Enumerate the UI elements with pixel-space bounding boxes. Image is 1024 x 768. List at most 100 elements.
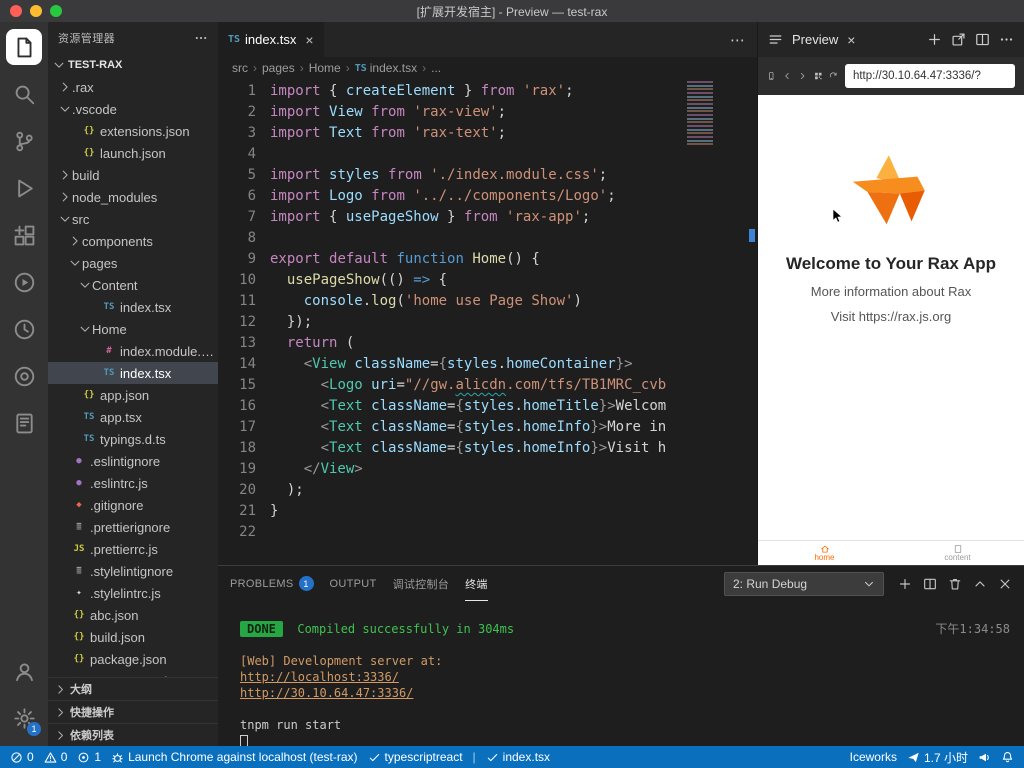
preview-info-2[interactable]: Visit https://rax.js.org xyxy=(831,309,951,324)
status-debug-launch-config[interactable]: Launch Chrome against localhost (test-ra… xyxy=(111,750,358,764)
tree-item[interactable]: ≣ .prettierignore xyxy=(48,516,218,538)
tree-item[interactable]: ● .eslintrc.js xyxy=(48,472,218,494)
tree-item[interactable]: TS index.tsx xyxy=(48,362,218,384)
new-preview-tab-icon[interactable] xyxy=(927,32,942,47)
code-line: <View className={styles.homeContainer}> xyxy=(303,356,633,372)
back-icon[interactable] xyxy=(783,69,792,83)
tree-item[interactable]: {} app.json xyxy=(48,384,218,406)
qr-code-icon[interactable] xyxy=(814,69,823,83)
split-editor-icon[interactable] xyxy=(975,32,990,47)
panel-tab-output[interactable]: OUTPUT xyxy=(330,566,377,601)
preview-menu-icon[interactable] xyxy=(768,32,783,47)
breadcrumb-item[interactable]: Home xyxy=(309,61,341,75)
tree-item[interactable]: Home xyxy=(48,318,218,340)
activity-app-runner[interactable] xyxy=(0,259,48,306)
zoom-window-button[interactable] xyxy=(50,5,62,17)
activity-account[interactable] xyxy=(0,648,48,695)
tab-index-tsx[interactable]: TS index.tsx × xyxy=(218,22,324,57)
tree-item[interactable]: build xyxy=(48,164,218,186)
minimize-window-button[interactable] xyxy=(30,5,42,17)
device-toggle-icon[interactable] xyxy=(767,69,776,83)
more-actions-icon[interactable] xyxy=(999,32,1014,47)
close-preview-icon[interactable]: × xyxy=(847,32,855,48)
activity-bar: 1 xyxy=(0,22,48,746)
project-root-item[interactable]: TEST-RAX xyxy=(48,54,218,76)
code-editor[interactable]: 1 2 3 4 5 6 7 8 9 10 11 12 13 14 15 16 17 18 19 20 21 22 impo… xyxy=(218,79,757,565)
status-check-typescriptreact[interactable]: typescriptreact xyxy=(368,750,463,764)
status-time-tracker[interactable]: 1.7 小时 xyxy=(907,749,968,766)
panel-tab-problems[interactable]: PROBLEMS 1 xyxy=(230,566,314,601)
tree-item[interactable]: TS index.tsx xyxy=(48,296,218,318)
activity-oss[interactable] xyxy=(0,353,48,400)
tree-item[interactable]: {} extensions.json xyxy=(48,120,218,142)
split-terminal-icon[interactable] xyxy=(923,577,937,591)
kill-terminal-icon[interactable] xyxy=(948,577,962,591)
close-panel-icon[interactable] xyxy=(998,577,1012,591)
status-label: index.tsx xyxy=(502,750,551,764)
activity-source-control[interactable] xyxy=(0,118,48,165)
tree-item[interactable]: .rax xyxy=(48,76,218,98)
activity-notes[interactable] xyxy=(0,400,48,447)
status-check-index-tsx[interactable]: index.tsx xyxy=(486,750,550,764)
activity-explorer[interactable] xyxy=(0,24,48,71)
panel-tab-terminal[interactable]: 终端 xyxy=(465,566,488,601)
tree-item[interactable]: TS app.tsx xyxy=(48,406,218,428)
panel-tab-label: PROBLEMS xyxy=(230,577,294,590)
check-icon xyxy=(368,751,381,764)
status-error-count[interactable]: 0 xyxy=(10,750,34,764)
tree-item[interactable]: ≣ .stylelintignore xyxy=(48,560,218,582)
status-notifications[interactable] xyxy=(1001,751,1014,764)
tree-item[interactable]: TS typings.d.ts xyxy=(48,428,218,450)
breadcrumb-item[interactable]: TS index.tsx xyxy=(355,61,417,75)
forward-icon[interactable] xyxy=(798,69,807,83)
breadcrumb-item[interactable]: ... xyxy=(431,61,441,75)
tree-item[interactable]: {} launch.json xyxy=(48,142,218,164)
editor-more-actions-icon[interactable]: ⋯ xyxy=(730,31,757,49)
tree-item[interactable]: node_modules xyxy=(48,186,218,208)
status-iceworks[interactable]: Iceworks xyxy=(850,750,897,764)
tree-item[interactable]: {} build.json xyxy=(48,626,218,648)
tree-item[interactable]: ✦ .stylelintrc.js xyxy=(48,582,218,604)
tree-item[interactable]: pages xyxy=(48,252,218,274)
minimap[interactable] xyxy=(687,81,713,145)
tree-item[interactable]: ● .eslintignore xyxy=(48,450,218,472)
new-terminal-icon[interactable] xyxy=(898,577,912,591)
tree-item[interactable]: .vscode xyxy=(48,98,218,120)
tree-item[interactable]: {} package.json xyxy=(48,648,218,670)
terminal-select[interactable]: 2: Run Debug xyxy=(724,571,884,596)
close-window-button[interactable] xyxy=(10,5,22,17)
tree-item[interactable]: JS .prettierrc.js xyxy=(48,538,218,560)
sidebar-section-quick-actions[interactable]: 快捷操作 xyxy=(48,700,218,723)
terminal[interactable]: 下午1:34:58 DONE Compiled successfully in 3… xyxy=(218,601,1024,746)
tree-item-label: abc.json xyxy=(90,607,139,623)
maximize-panel-icon[interactable] xyxy=(973,577,987,591)
preview-tab-home[interactable]: home xyxy=(758,541,891,565)
tree-item[interactable]: ⓘREADME.md xyxy=(48,670,218,678)
activity-settings[interactable]: 1 xyxy=(0,695,48,742)
activity-extensions[interactable] xyxy=(0,212,48,259)
activity-time[interactable] xyxy=(0,306,48,353)
open-external-icon[interactable] xyxy=(951,32,966,47)
status-announcement[interactable] xyxy=(978,751,991,764)
sidebar-section-outline[interactable]: 大纲 xyxy=(48,677,218,700)
tree-item[interactable]: {} abc.json xyxy=(48,604,218,626)
breadcrumb-item[interactable]: pages xyxy=(262,61,295,75)
sidebar-section-dependencies[interactable]: 依赖列表 xyxy=(48,723,218,746)
close-tab-icon[interactable]: × xyxy=(305,32,313,48)
status-warning-count[interactable]: 0 xyxy=(44,750,67,764)
url-input[interactable] xyxy=(844,64,1015,88)
tree-item[interactable]: ◆ .gitignore xyxy=(48,494,218,516)
tree-item[interactable]: components xyxy=(48,230,218,252)
refresh-icon[interactable] xyxy=(829,69,838,83)
activity-run-debug[interactable] xyxy=(0,165,48,212)
sidebar-more-actions-icon[interactable] xyxy=(194,31,208,45)
breadcrumb-item[interactable]: src xyxy=(232,61,248,75)
preview-tab-content[interactable]: content xyxy=(891,541,1024,565)
tree-item[interactable]: src xyxy=(48,208,218,230)
activity-search[interactable] xyxy=(0,71,48,118)
panel-tab-debug-console[interactable]: 调试控制台 xyxy=(393,566,450,601)
preview-tab-label: content xyxy=(944,552,971,562)
tree-item[interactable]: # index.module.css xyxy=(48,340,218,362)
status-notification-count[interactable]: 1 xyxy=(77,750,101,764)
tree-item[interactable]: Content xyxy=(48,274,218,296)
